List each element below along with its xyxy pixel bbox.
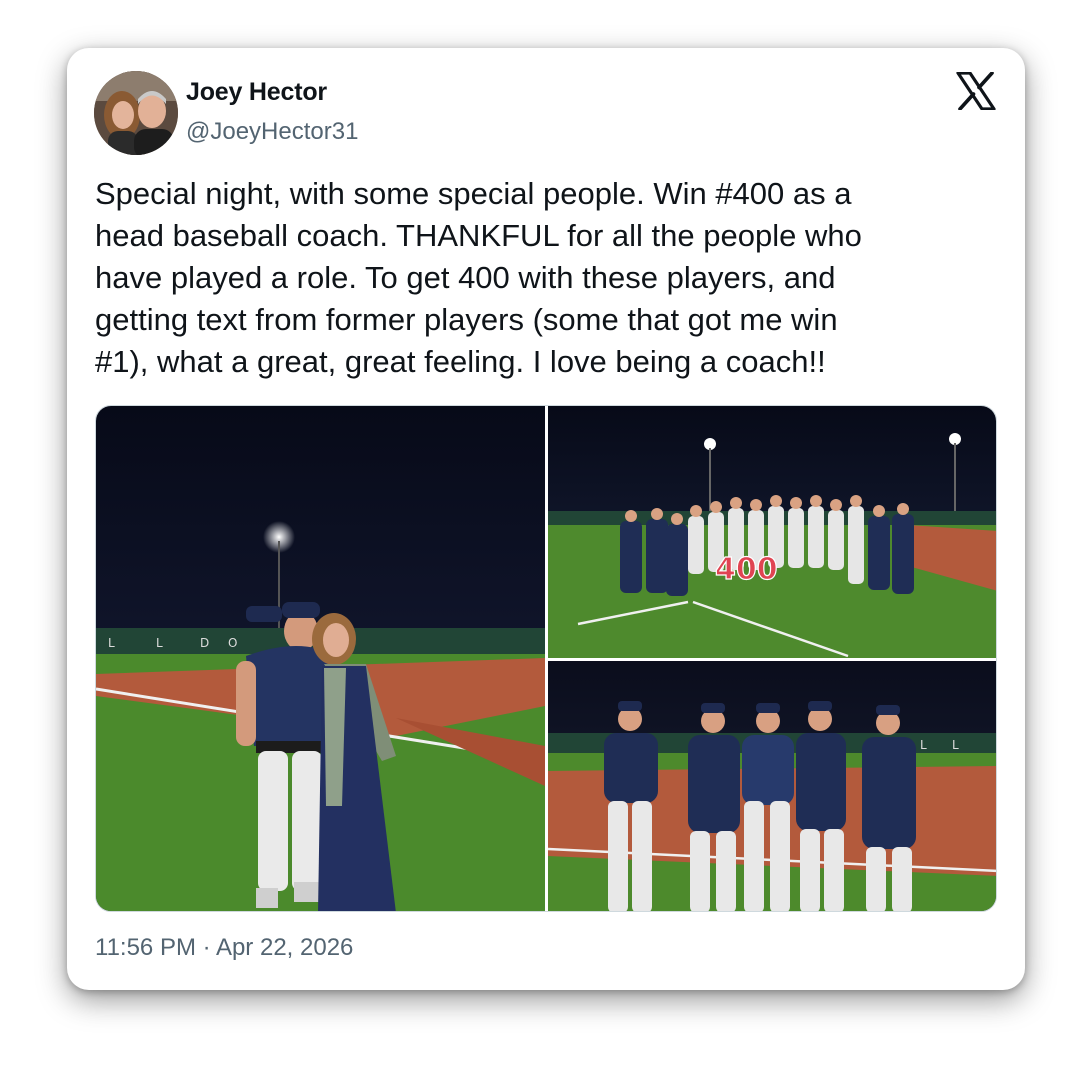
author-handle[interactable]: @JoeyHector31 — [186, 118, 358, 146]
coach-with-woman-photo[interactable]: L L D O — [96, 406, 545, 911]
author-avatar[interactable] — [94, 71, 178, 155]
tweet-timestamp[interactable]: 11:56 PM · Apr 22, 2026 — [95, 934, 353, 962]
x-logo-icon[interactable] — [956, 71, 996, 111]
author-display-name[interactable]: Joey Hector — [186, 78, 327, 107]
coaching-staff-photo[interactable]: L L — [548, 661, 996, 911]
svg-text:L: L — [952, 738, 959, 752]
media-grid: L L D O 400 L L — [95, 405, 997, 912]
team-400-photo[interactable]: 400 — [548, 406, 996, 658]
tweet-text: Special night, with some special people.… — [95, 176, 862, 379]
sign-400: 400 — [715, 552, 778, 587]
tweet-card: Joey Hector @JoeyHector31 Special night,… — [67, 48, 1025, 990]
avatar-image — [94, 71, 178, 155]
svg-text:L: L — [108, 636, 115, 650]
svg-text:D: D — [200, 636, 209, 650]
svg-text:L: L — [156, 636, 163, 650]
svg-text:L: L — [920, 738, 927, 752]
svg-text:O: O — [228, 636, 237, 650]
